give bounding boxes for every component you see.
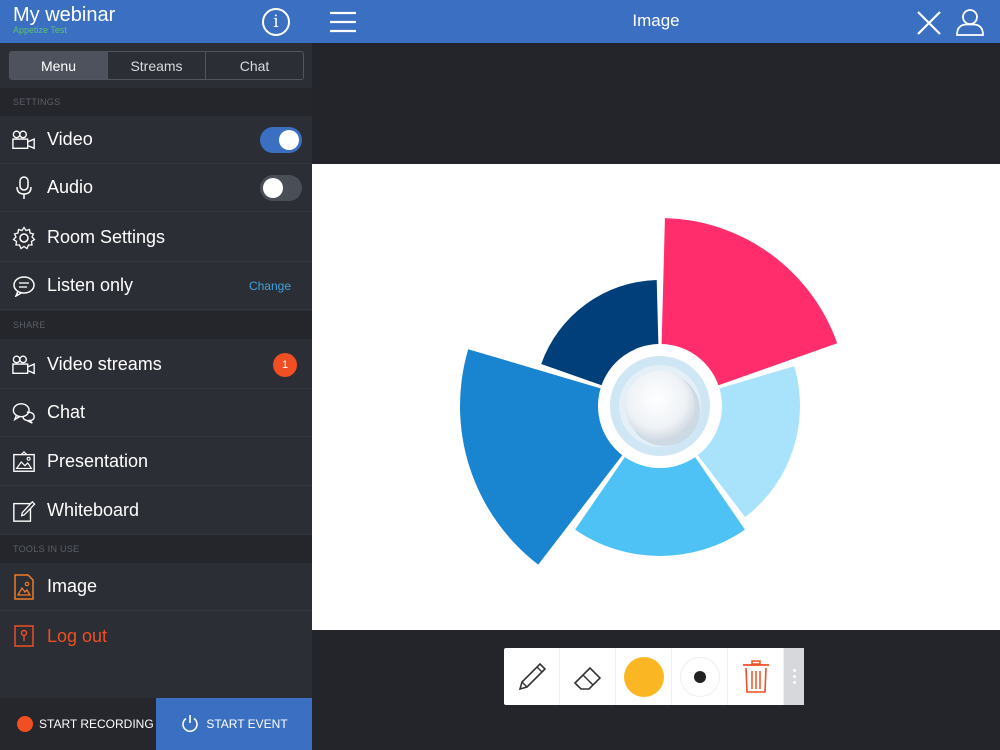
sidebar-item-room-settings[interactable]: Room Settings [0, 214, 312, 262]
tab-chat[interactable]: Chat [206, 52, 303, 79]
drawing-toolbar [504, 648, 804, 705]
sidebar-item-whiteboard[interactable]: Whiteboard [0, 487, 312, 535]
sidebar-item-audio[interactable]: Audio [0, 164, 312, 212]
gear-icon [12, 225, 36, 250]
speech-bubble-icon [12, 274, 36, 298]
sidebar-footer: START RECORDING START EVENT [0, 698, 312, 750]
page-title: Image [632, 11, 680, 30]
section-settings-label: SETTINGS [0, 88, 312, 116]
tab-menu[interactable]: Menu [10, 52, 108, 79]
power-icon [182, 715, 199, 732]
sidebar-item-label: Video streams [47, 354, 162, 374]
radial-segments-graphic [460, 218, 838, 565]
sidebar-item-presentation[interactable]: Presentation [0, 438, 312, 486]
center-button [625, 371, 695, 441]
color-swatch [623, 656, 664, 697]
start-recording-label: START RECORDING [39, 717, 154, 731]
sidebar-item-video-streams[interactable]: Video streams 1 [0, 341, 312, 389]
webinar-subtitle: Appetize Test [13, 25, 67, 35]
presentation-icon [12, 450, 36, 474]
sidebar-item-label: Audio [47, 177, 94, 197]
tab-streams[interactable]: Streams [108, 52, 206, 79]
close-icon[interactable] [916, 10, 942, 36]
section-tools-label: TOOLS IN USE [0, 535, 312, 563]
pencil-icon[interactable] [504, 648, 560, 705]
sidebar-item-label: Image [47, 576, 98, 596]
sidebar-item-label: Log out [47, 625, 108, 646]
toggle-knob [263, 178, 283, 198]
sidebar-item-label: Listen only [47, 275, 134, 295]
toggle-knob [279, 130, 299, 150]
start-event-button[interactable]: START EVENT [156, 698, 312, 750]
sidebar-tabs: Menu Streams Chat [9, 51, 304, 80]
logout-icon [12, 624, 36, 648]
start-recording-button[interactable]: START RECORDING [0, 698, 156, 750]
stroke-size-dot [679, 656, 720, 697]
sidebar-header: My webinar Appetize Test i [0, 0, 312, 43]
notification-badge: 1 [273, 353, 297, 377]
info-icon[interactable]: i [262, 8, 290, 36]
start-event-label: START EVENT [206, 717, 288, 731]
record-icon [17, 716, 33, 732]
webinar-title: My webinar [13, 4, 116, 26]
section-share-label: SHARE [0, 311, 312, 339]
sidebar: My webinar Appetize Test i Menu Streams … [0, 0, 312, 750]
more-icon[interactable] [784, 648, 804, 705]
chat-bubbles-icon [12, 401, 36, 425]
sidebar-item-label: Chat [47, 402, 86, 422]
microphone-icon [12, 175, 36, 200]
sidebar-item-label: Video [47, 129, 93, 149]
main-topbar: Image [312, 0, 1000, 43]
sidebar-item-logout[interactable]: Log out [0, 612, 312, 660]
sidebar-item-chat[interactable]: Chat [0, 389, 312, 437]
image-file-icon [12, 573, 36, 600]
color-picker[interactable] [616, 648, 672, 705]
stroke-size-picker[interactable] [672, 648, 728, 705]
video-camera-icon [12, 353, 36, 377]
video-toggle[interactable] [260, 127, 302, 153]
whiteboard-icon [12, 499, 36, 523]
audio-toggle[interactable] [260, 175, 302, 201]
image-canvas[interactable] [312, 164, 1000, 630]
sidebar-item-listen-only[interactable]: Listen only Change [0, 262, 312, 310]
user-icon[interactable] [955, 8, 985, 36]
trash-icon[interactable] [728, 648, 784, 705]
sidebar-item-label: Presentation [47, 451, 149, 471]
change-link[interactable]: Change [249, 279, 291, 293]
sidebar-item-label: Whiteboard [47, 500, 140, 520]
sidebar-item-video[interactable]: Video [0, 116, 312, 164]
sidebar-item-label: Room Settings [47, 227, 166, 247]
eraser-icon[interactable] [560, 648, 616, 705]
sidebar-item-image[interactable]: Image [0, 563, 312, 611]
video-camera-icon [12, 128, 36, 152]
